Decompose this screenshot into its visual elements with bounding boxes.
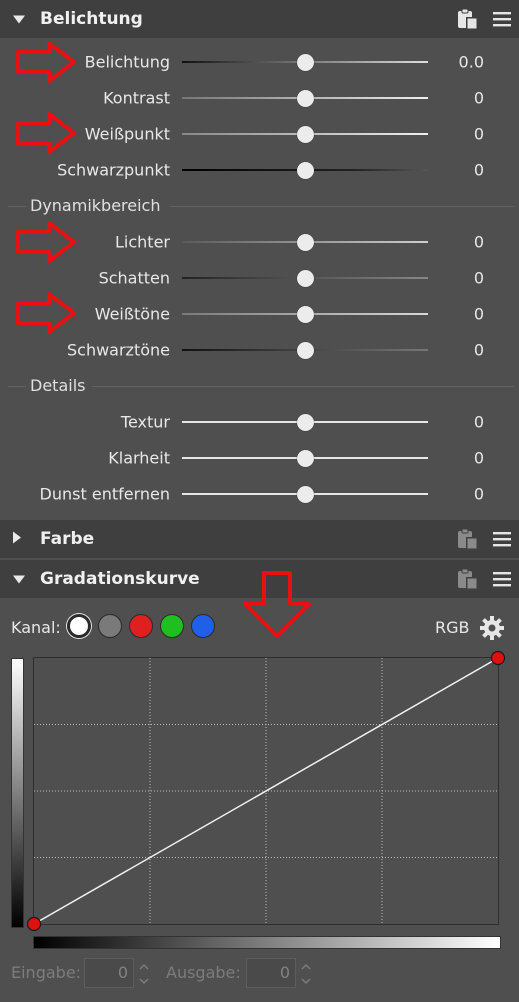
paste-settings-icon[interactable]	[456, 527, 480, 555]
slider-row-dunst-entfernen[interactable]: Dunst entfernen 0	[0, 476, 519, 512]
channel-green-button[interactable]	[160, 614, 184, 638]
slider-value[interactable]: 0.0	[459, 53, 484, 72]
curve-control-point[interactable]	[490, 650, 506, 666]
slider-label: Weißtöne	[94, 304, 170, 324]
panel-menu-icon[interactable]	[492, 9, 512, 33]
slider-thumb[interactable]	[296, 413, 314, 431]
slider-value[interactable]: 0	[474, 89, 484, 108]
curve-control-point[interactable]	[26, 916, 42, 932]
exposure-panel-title: Belichtung	[40, 9, 143, 29]
slider-row-weißpunkt[interactable]: Weißpunkt 0	[0, 116, 519, 152]
slider-thumb[interactable]	[296, 53, 314, 71]
slider-label: Textur	[120, 412, 170, 432]
input-label: Eingabe:	[11, 963, 82, 982]
details-section-title: Details	[30, 376, 86, 395]
output-gradient-bar	[11, 658, 24, 928]
slider-label: Lichter	[115, 232, 170, 252]
slider-label: Schatten	[98, 268, 170, 288]
slider-row-kontrast[interactable]: Kontrast 0	[0, 80, 519, 116]
section-divider	[170, 206, 514, 207]
curve-mode-label: RGB	[435, 618, 470, 637]
output-spinner-icon[interactable]	[299, 960, 313, 988]
panel-menu-icon[interactable]	[492, 529, 512, 553]
slider-value[interactable]: 0	[474, 413, 484, 432]
red-arrow-icon	[16, 292, 76, 334]
slider-value[interactable]: 0	[474, 233, 484, 252]
slider-row-textur[interactable]: Textur 0	[0, 404, 519, 440]
slider-value[interactable]: 0	[474, 449, 484, 468]
red-arrow-icon	[16, 221, 76, 263]
slider-row-schwarztöne[interactable]: Schwarztöne 0	[0, 332, 519, 368]
output-label: Ausgabe:	[166, 963, 241, 982]
slider-value[interactable]: 0	[474, 341, 484, 360]
red-arrow-icon	[16, 41, 76, 83]
tone-curve-editor[interactable]	[26, 650, 506, 932]
slider-thumb[interactable]	[296, 161, 314, 179]
slider-thumb[interactable]	[296, 89, 314, 107]
slider-row-lichter[interactable]: Lichter 0	[0, 224, 519, 260]
slider-label: Dunst entfernen	[39, 484, 170, 504]
exposure-panel-header[interactable]: Belichtung	[0, 0, 519, 38]
input-value-field[interactable]: 0	[84, 958, 134, 988]
slider-thumb[interactable]	[296, 233, 314, 251]
slider-value[interactable]: 0	[474, 161, 484, 180]
red-arrow-icon	[16, 112, 76, 154]
channel-white-button[interactable]	[67, 614, 91, 638]
slider-value[interactable]: 0	[474, 269, 484, 288]
slider-label: Belichtung	[84, 52, 170, 72]
section-divider	[92, 386, 514, 387]
slider-thumb[interactable]	[296, 125, 314, 143]
slider-thumb[interactable]	[296, 269, 314, 287]
channel-red-button[interactable]	[129, 614, 153, 638]
red-arrow-icon	[243, 571, 311, 638]
slider-row-schatten[interactable]: Schatten 0	[0, 260, 519, 296]
slider-row-schwarzpunkt[interactable]: Schwarzpunkt 0	[0, 152, 519, 188]
collapse-triangle-icon[interactable]	[12, 10, 26, 29]
slider-value[interactable]: 0	[474, 485, 484, 504]
slider-row-weißtöne[interactable]: Weißtöne 0	[0, 296, 519, 332]
slider-row-belichtung[interactable]: Belichtung 0.0	[0, 44, 519, 80]
paste-settings-icon[interactable]	[456, 567, 480, 595]
dynamic-range-section-title: Dynamikbereich	[30, 196, 161, 215]
channel-label: Kanal:	[11, 618, 61, 637]
channel-blue-button[interactable]	[191, 614, 215, 638]
slider-value[interactable]: 0	[474, 125, 484, 144]
channel-gray-button[interactable]	[98, 614, 122, 638]
slider-label: Schwarztöne	[66, 340, 170, 360]
collapse-triangle-icon[interactable]	[12, 570, 26, 589]
section-divider	[8, 206, 26, 207]
panel-menu-icon[interactable]	[492, 569, 512, 593]
slider-thumb[interactable]	[296, 341, 314, 359]
slider-value[interactable]: 0	[474, 305, 484, 324]
slider-label: Weißpunkt	[84, 124, 170, 144]
tone-curve-graph[interactable]	[26, 650, 506, 932]
output-value-field[interactable]: 0	[246, 958, 296, 988]
color-panel-header[interactable]: Farbe	[0, 520, 519, 558]
gear-icon[interactable]	[479, 615, 505, 645]
slider-label: Klarheit	[108, 448, 170, 468]
slider-row-klarheit[interactable]: Klarheit 0	[0, 440, 519, 476]
color-panel-title: Farbe	[40, 529, 95, 549]
paste-settings-icon[interactable]	[456, 7, 480, 35]
input-gradient-bar	[33, 936, 501, 949]
slider-thumb[interactable]	[296, 485, 314, 503]
slider-label: Kontrast	[103, 88, 170, 108]
section-divider	[8, 386, 26, 387]
input-spinner-icon[interactable]	[137, 960, 151, 988]
slider-label: Schwarzpunkt	[57, 160, 170, 180]
slider-thumb[interactable]	[296, 449, 314, 467]
slider-thumb[interactable]	[296, 305, 314, 323]
curve-panel-title: Gradationskurve	[40, 569, 200, 589]
expand-triangle-icon[interactable]	[12, 530, 22, 549]
